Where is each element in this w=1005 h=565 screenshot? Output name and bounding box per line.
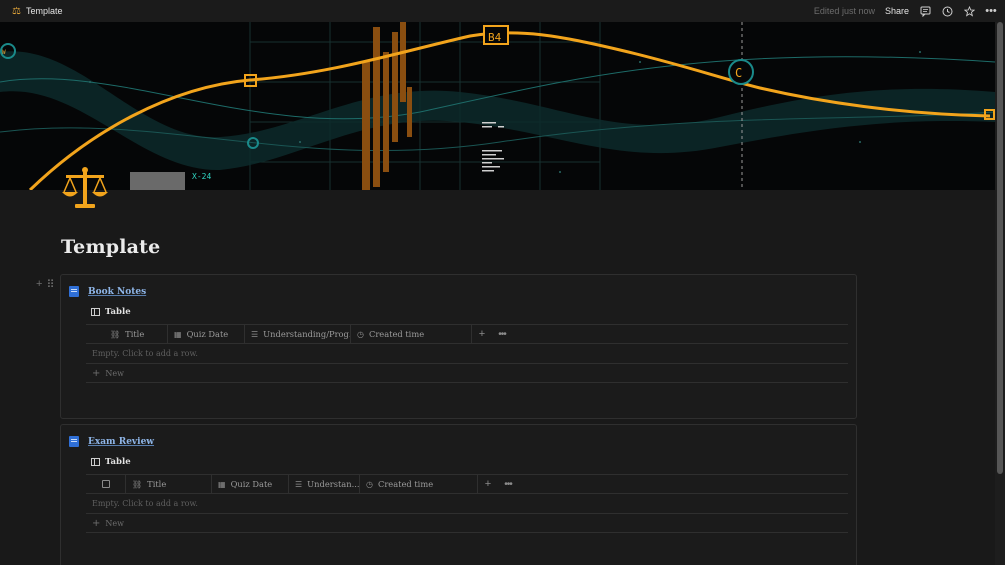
share-button[interactable]: Share [885,6,909,16]
cover-graphic: B4 C X-24 W [0,22,995,190]
cover-label-x24: X-24 [192,172,211,181]
checkbox-icon[interactable] [101,480,110,488]
link-icon: ⛓ [110,329,121,339]
view-tab-label: Table [105,307,131,317]
column-header-quiz-date[interactable]: ▦ Quiz Date [168,324,245,344]
top-bar: ⚖ Template Edited just now Share ••• [0,0,1005,22]
new-row-button[interactable]: + New [86,514,848,533]
linked-database-exam-review: Exam Review Table ⛓ Title ▦ Quiz Date ☰ … [60,424,857,565]
view-tab-table[interactable]: Table [91,457,131,467]
column-header-title[interactable]: ⛓ Title [86,324,168,344]
more-icon[interactable]: ••• [985,5,997,17]
column-header-title[interactable]: ⛓ Title [126,474,212,494]
table-icon [91,308,100,316]
breadcrumb[interactable]: ⚖ Template [12,6,63,17]
database-link[interactable]: Book Notes [69,286,146,297]
more-icon[interactable]: ••• [492,324,512,344]
scrollbar-thumb[interactable] [997,22,1003,474]
database-title[interactable]: Exam Review [88,437,154,447]
empty-table-row[interactable]: Empty. Click to add a row. [86,494,848,514]
scales-icon: ⚖ [12,5,21,17]
add-block-icon[interactable]: + [36,278,42,291]
top-bar-actions: Edited just now Share ••• [814,0,997,22]
column-header-quiz-date[interactable]: ▦ Quiz Date [212,474,289,494]
link-icon: ⛓ [132,479,143,489]
list-icon: ☰ [295,479,303,489]
add-property-button[interactable]: + [472,324,492,344]
column-header-created-time[interactable]: ◷ Created time [360,474,478,494]
edited-status: Edited just now [813,6,875,16]
breadcrumb-title: Template [25,6,63,16]
column-header-understanding[interactable]: ☰ Understanding/Prog... [245,324,351,344]
calendar-icon: ▦ [174,329,182,339]
column-header-select[interactable] [86,474,126,494]
page-title[interactable]: Template [61,236,160,258]
drag-handle-icon[interactable]: ⠿ [46,278,54,291]
clock-icon[interactable] [941,5,953,17]
column-header-understanding[interactable]: ☰ Understan... [289,474,360,494]
cover-label-w: W [2,49,6,56]
more-icon[interactable]: ••• [498,474,518,494]
clock-icon: ◷ [357,329,364,339]
view-tab-label: Table [105,457,131,467]
block-handle[interactable]: + ⠿ [36,278,55,291]
book-icon [69,436,79,447]
calendar-icon: ▦ [218,479,226,489]
table-header: ⛓ Title ▦ Quiz Date ☰ Understanding/Prog… [86,324,848,344]
new-row-button[interactable]: + New [86,364,848,383]
clock-icon: ◷ [366,479,373,489]
book-icon [69,286,79,297]
view-tab-table[interactable]: Table [91,307,131,317]
page-cover[interactable]: B4 C X-24 W [0,22,995,190]
empty-table-row[interactable]: Empty. Click to add a row. [86,344,848,364]
cover-label-c: C [735,66,742,80]
star-icon[interactable] [963,5,975,17]
database-link[interactable]: Exam Review [69,436,154,447]
add-property-button[interactable]: + [478,474,498,494]
database-title[interactable]: Book Notes [88,287,146,297]
scales-icon[interactable] [60,164,110,214]
column-header-created-time[interactable]: ◷ Created time [351,324,472,344]
linked-database-book-notes: Book Notes Table ⛓ Title ▦ Quiz Date ☰ U… [60,274,857,419]
table-icon [91,458,100,466]
list-icon: ☰ [251,329,259,339]
cover-label-b4: B4 [488,31,502,44]
plus-icon: + [92,517,101,529]
table-header: ⛓ Title ▦ Quiz Date ☰ Understan... ◷ Cre… [86,474,848,494]
plus-icon: + [92,367,101,379]
comment-icon[interactable] [919,5,931,17]
